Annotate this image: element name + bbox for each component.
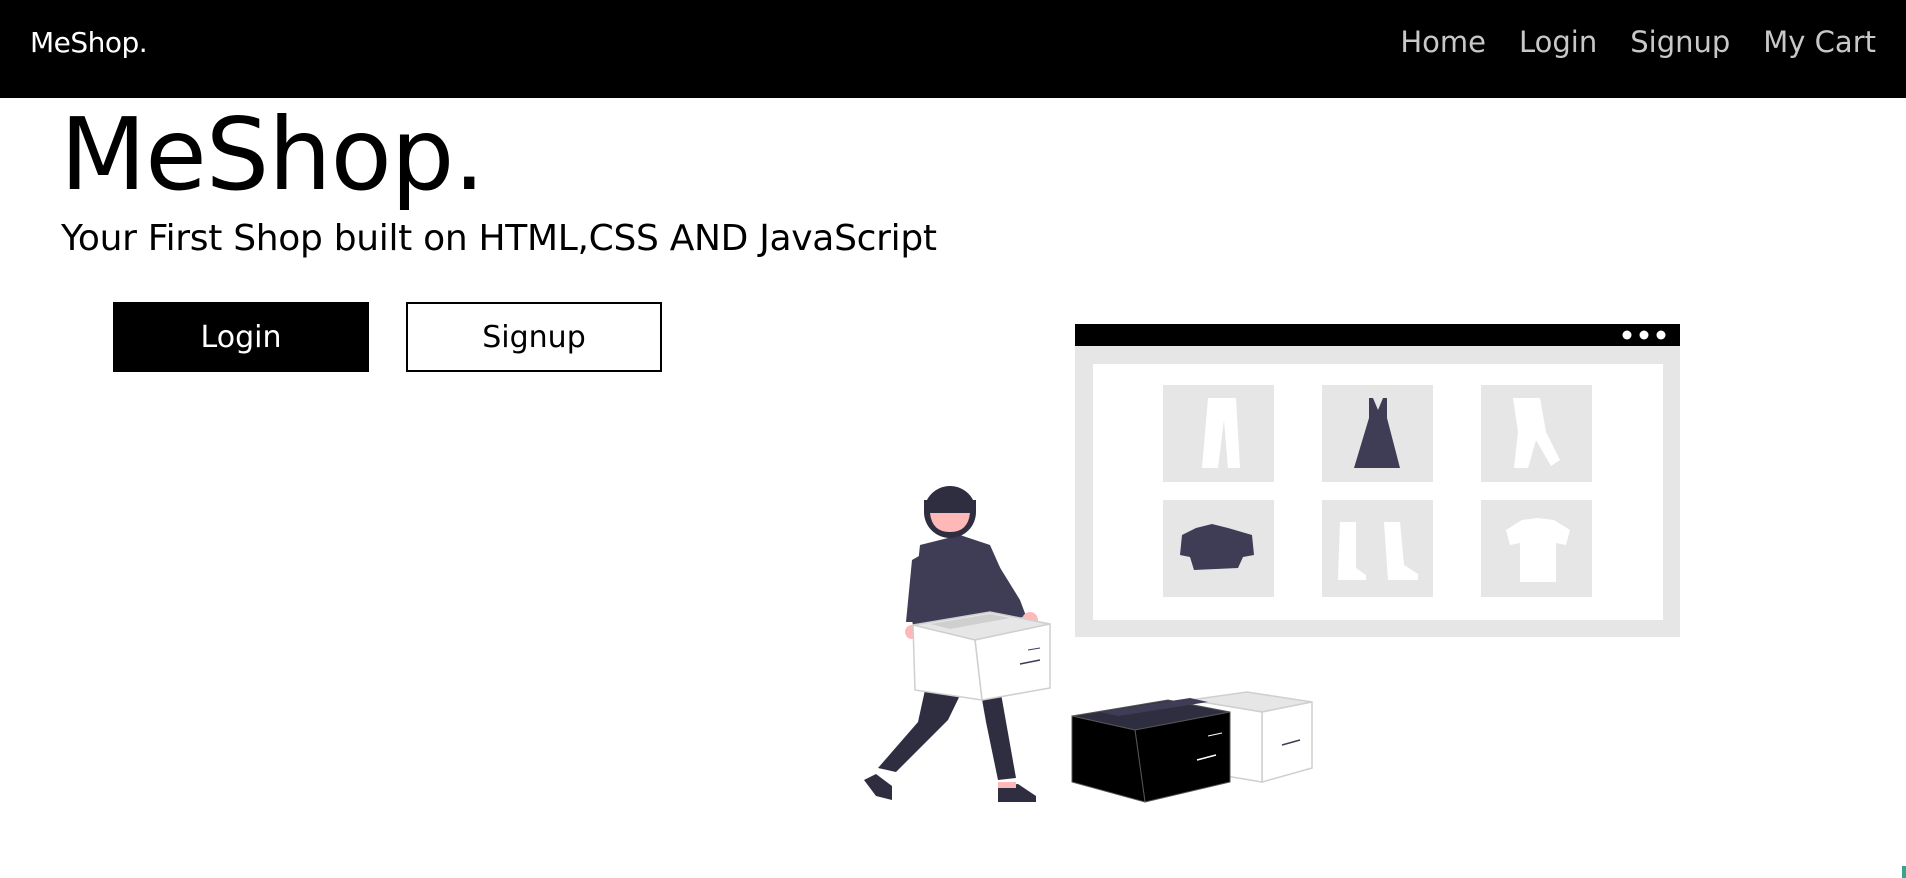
- window-dot-icon: [1622, 330, 1632, 340]
- person-carrying-box: [864, 486, 1051, 802]
- window-dot-icon: [1639, 330, 1649, 340]
- browser-window: [1075, 324, 1680, 637]
- window-dot-icon: [1656, 330, 1666, 340]
- corner-accent: [1902, 866, 1906, 878]
- shopping-illustration: [864, 324, 1680, 803]
- stacked-boxes: [1071, 691, 1313, 803]
